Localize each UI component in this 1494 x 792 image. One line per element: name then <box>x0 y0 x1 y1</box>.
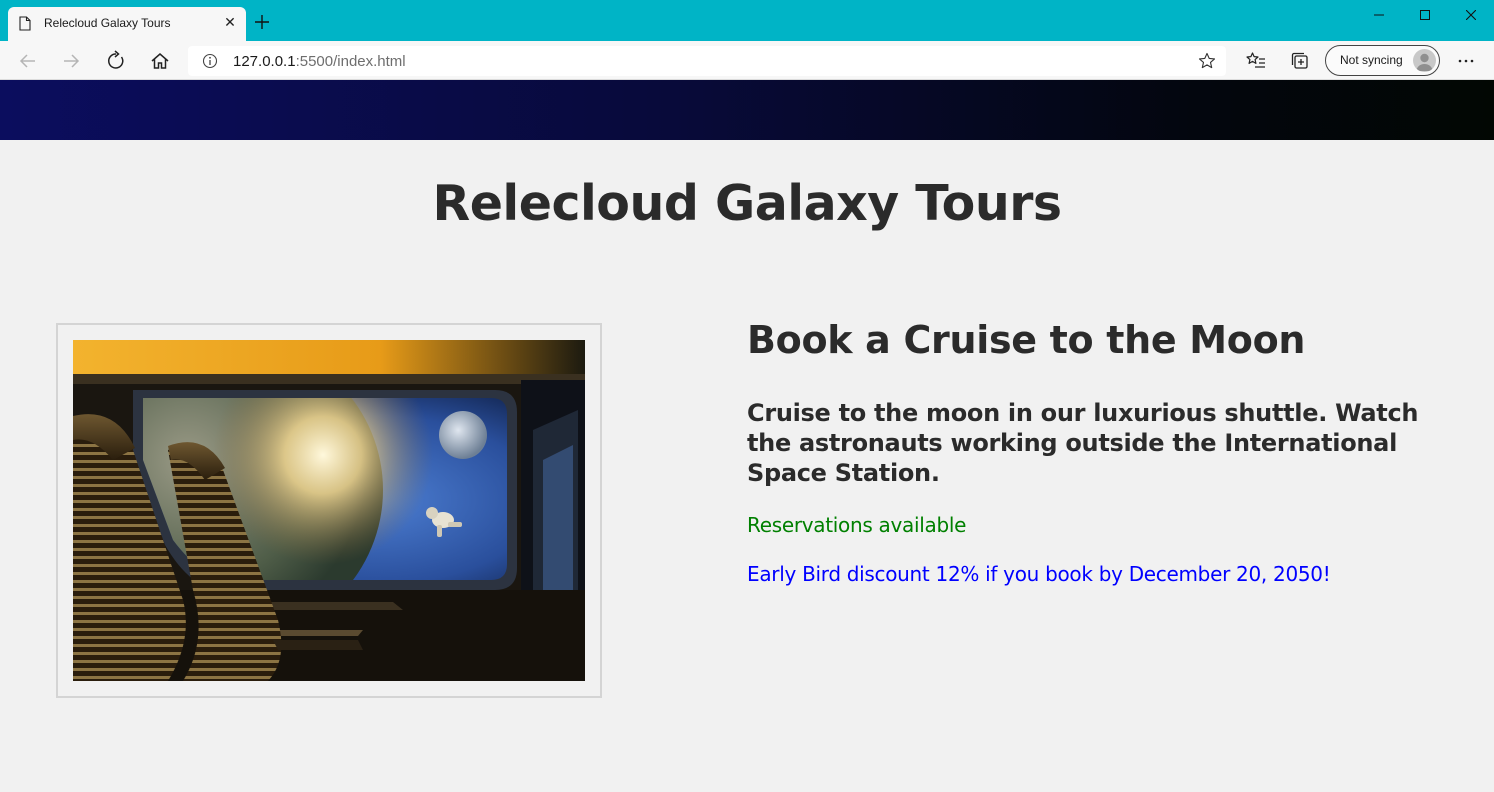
sync-label: Not syncing <box>1340 53 1403 67</box>
browser-toolbar: 127.0.0.1:5500/index.html Not syncing <box>0 41 1494 80</box>
close-window-button[interactable] <box>1448 4 1494 26</box>
collections-icon <box>1291 52 1308 69</box>
browser-titlebar: Relecloud Galaxy Tours ✕ <box>0 0 1494 41</box>
info-icon[interactable] <box>202 53 218 69</box>
favorites-icon <box>1246 52 1265 68</box>
collections-button[interactable] <box>1289 50 1311 72</box>
site-title: Relecloud Galaxy Tours <box>432 175 1062 232</box>
refresh-icon <box>108 50 124 69</box>
star-icon[interactable] <box>1198 52 1216 70</box>
url-path: :5500/index.html <box>295 53 406 70</box>
minimize-icon <box>1374 14 1384 16</box>
back-button[interactable] <box>17 50 39 72</box>
tour-heading: Book a Cruise to the Moon <box>747 318 1306 362</box>
minimize-button[interactable] <box>1356 4 1402 26</box>
maximize-button[interactable] <box>1402 4 1448 26</box>
availability-text: Reservations available <box>747 513 967 537</box>
forward-arrow-icon <box>64 54 80 68</box>
url-text: 127.0.0.1:5500/index.html <box>233 53 406 70</box>
close-window-icon <box>1466 10 1476 20</box>
home-button[interactable] <box>149 50 171 72</box>
forward-button[interactable] <box>60 50 82 72</box>
shuttle-window-image <box>73 340 585 681</box>
tour-description: Cruise to the moon in our luxurious shut… <box>747 399 1419 487</box>
page-icon <box>19 16 31 31</box>
header-banner <box>0 80 1494 140</box>
favorites-button[interactable] <box>1245 50 1267 72</box>
more-button[interactable] <box>1455 50 1477 72</box>
sync-button[interactable]: Not syncing <box>1325 45 1440 76</box>
more-icon <box>1458 59 1474 63</box>
browser-tab[interactable]: Relecloud Galaxy Tours ✕ <box>8 7 246 41</box>
address-bar[interactable]: 127.0.0.1:5500/index.html <box>188 46 1226 76</box>
tab-title: Relecloud Galaxy Tours <box>44 16 171 30</box>
avatar-icon <box>1413 49 1436 72</box>
refresh-button[interactable] <box>105 50 127 72</box>
maximize-icon <box>1420 10 1430 20</box>
home-icon <box>151 53 169 69</box>
back-arrow-icon <box>19 54 35 68</box>
discount-text: Early Bird discount 12% if you book by D… <box>747 562 1331 586</box>
photo-frame <box>56 323 602 698</box>
close-icon[interactable]: ✕ <box>222 15 238 31</box>
plus-icon[interactable] <box>253 13 271 31</box>
url-host: 127.0.0.1 <box>233 53 296 70</box>
